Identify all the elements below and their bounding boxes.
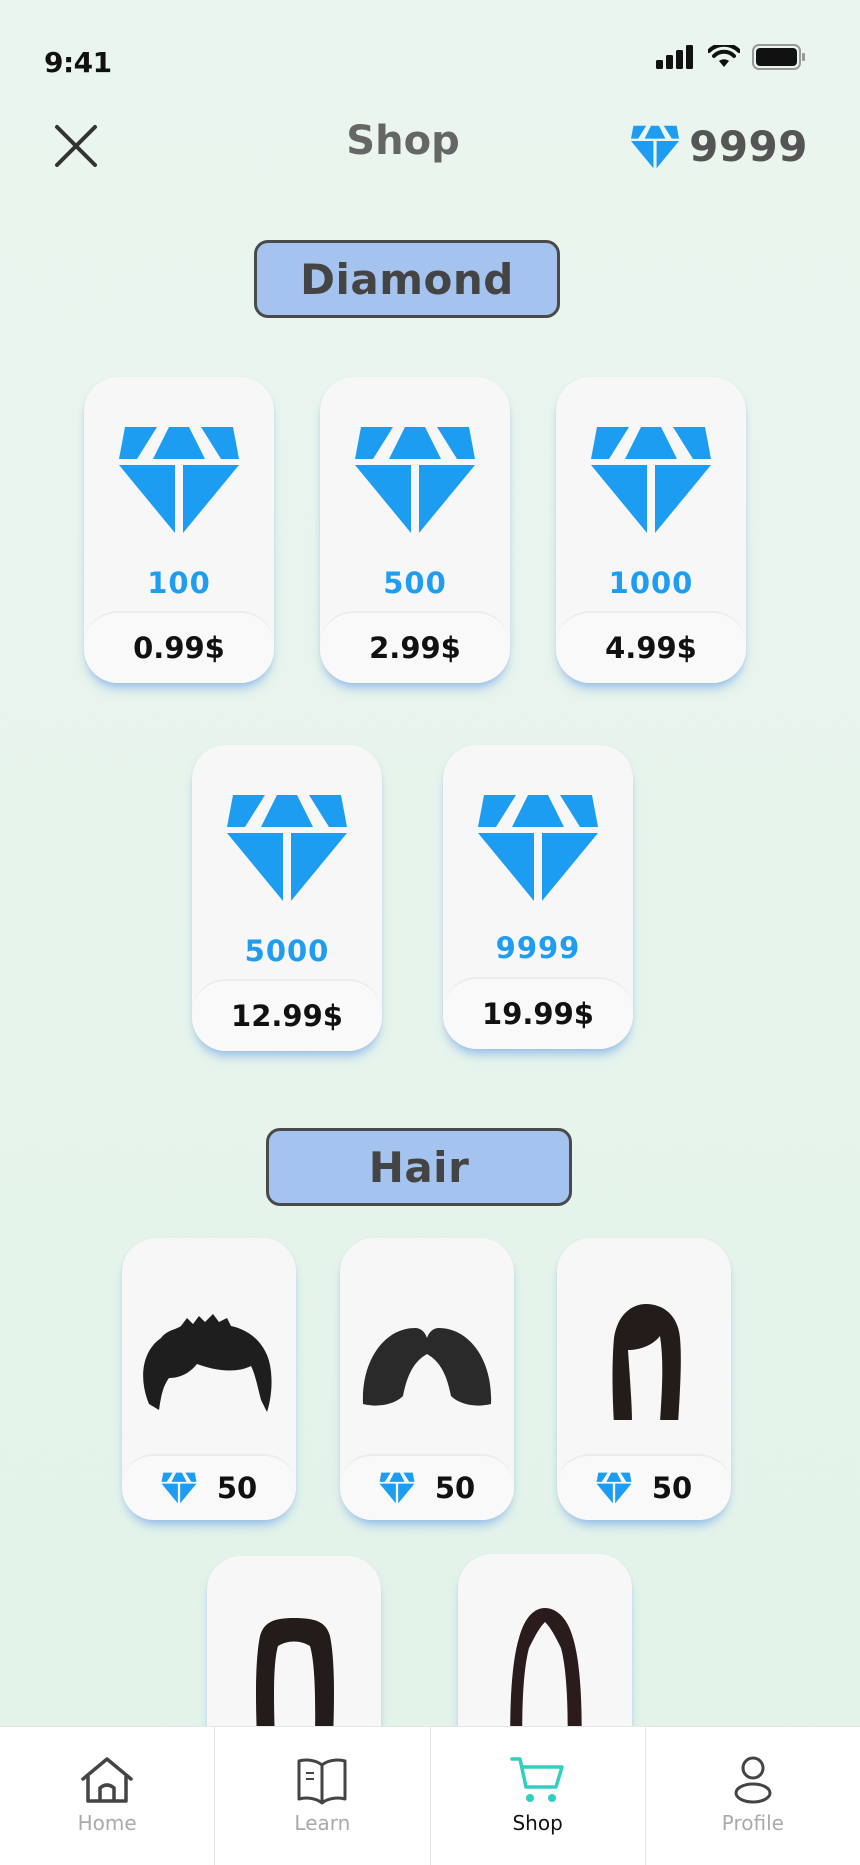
buy-price-button[interactable]: 0.99$ — [84, 611, 274, 683]
diamond-balance: 9999 — [631, 122, 808, 171]
diamond-amount: 500 — [383, 566, 447, 600]
diamond-icon — [161, 1472, 197, 1504]
cart-icon — [509, 1757, 564, 1802]
profile-icon — [734, 1756, 772, 1804]
diamond-icon — [227, 793, 347, 903]
tab-home[interactable]: Home — [0, 1727, 216, 1865]
tab-label: Profile — [721, 1811, 784, 1835]
medium-bangs-hair-icon — [612, 1304, 681, 1420]
home-icon — [81, 1757, 133, 1803]
hair-cost: 50 — [651, 1471, 693, 1505]
wifi-icon — [708, 45, 740, 67]
diamond-amount: 1000 — [608, 566, 694, 600]
diamond-pack-card[interactable]: 9999 19.99$ — [443, 745, 633, 1049]
balance-value: 9999 — [689, 122, 808, 171]
status-icons — [656, 44, 806, 70]
tab-label: Home — [77, 1811, 137, 1835]
buy-hair-button[interactable]: 50 — [557, 1454, 731, 1520]
tab-profile[interactable]: Profile — [646, 1727, 860, 1865]
hair-cost: 50 — [434, 1471, 476, 1505]
status-time: 9:41 — [44, 46, 112, 79]
hair-item-card[interactable]: 50 — [557, 1238, 731, 1520]
diamond-icon — [596, 1472, 632, 1504]
signal-icon — [656, 45, 693, 69]
hair-item-card[interactable]: 50 — [122, 1238, 296, 1520]
diamond-pack-card[interactable]: 5000 12.99$ — [192, 745, 382, 1051]
buy-price-button[interactable]: 12.99$ — [192, 979, 382, 1051]
buy-price-button[interactable]: 2.99$ — [320, 611, 510, 683]
bob-hair-icon — [362, 1328, 492, 1406]
diamond-icon — [631, 125, 679, 169]
short-spiky-hair-icon — [143, 1314, 272, 1412]
diamond-amount: 9999 — [495, 931, 581, 965]
diamond-icon — [379, 1472, 415, 1504]
hair-cost: 50 — [216, 1471, 258, 1505]
tab-label: Shop — [512, 1811, 563, 1835]
buy-hair-button[interactable]: 50 — [122, 1454, 296, 1520]
diamond-pack-card[interactable]: 1000 4.99$ — [556, 377, 746, 683]
tab-label: Learn — [294, 1811, 351, 1835]
diamond-pack-card[interactable]: 500 2.99$ — [320, 377, 510, 683]
diamond-pack-card[interactable]: 100 0.99$ — [84, 377, 274, 683]
diamond-icon — [355, 425, 475, 535]
hair-item-card[interactable]: 50 — [340, 1238, 514, 1520]
tab-shop[interactable]: Shop — [431, 1727, 646, 1865]
section-header-hair: Hair — [266, 1128, 572, 1206]
diamond-icon — [478, 793, 598, 903]
buy-price-button[interactable]: 19.99$ — [443, 977, 633, 1049]
diamond-amount: 5000 — [244, 934, 330, 968]
diamond-icon — [591, 425, 711, 535]
battery-icon — [752, 44, 805, 70]
tab-learn[interactable]: Learn — [215, 1727, 431, 1865]
tab-bar: Home Learn Shop Profile — [0, 1726, 860, 1865]
diamond-icon — [119, 425, 239, 535]
diamond-amount: 100 — [147, 566, 211, 600]
section-header-diamond: Diamond — [254, 240, 560, 318]
buy-hair-button[interactable]: 50 — [340, 1454, 514, 1520]
buy-price-button[interactable]: 4.99$ — [556, 611, 746, 683]
book-icon — [297, 1758, 347, 1805]
